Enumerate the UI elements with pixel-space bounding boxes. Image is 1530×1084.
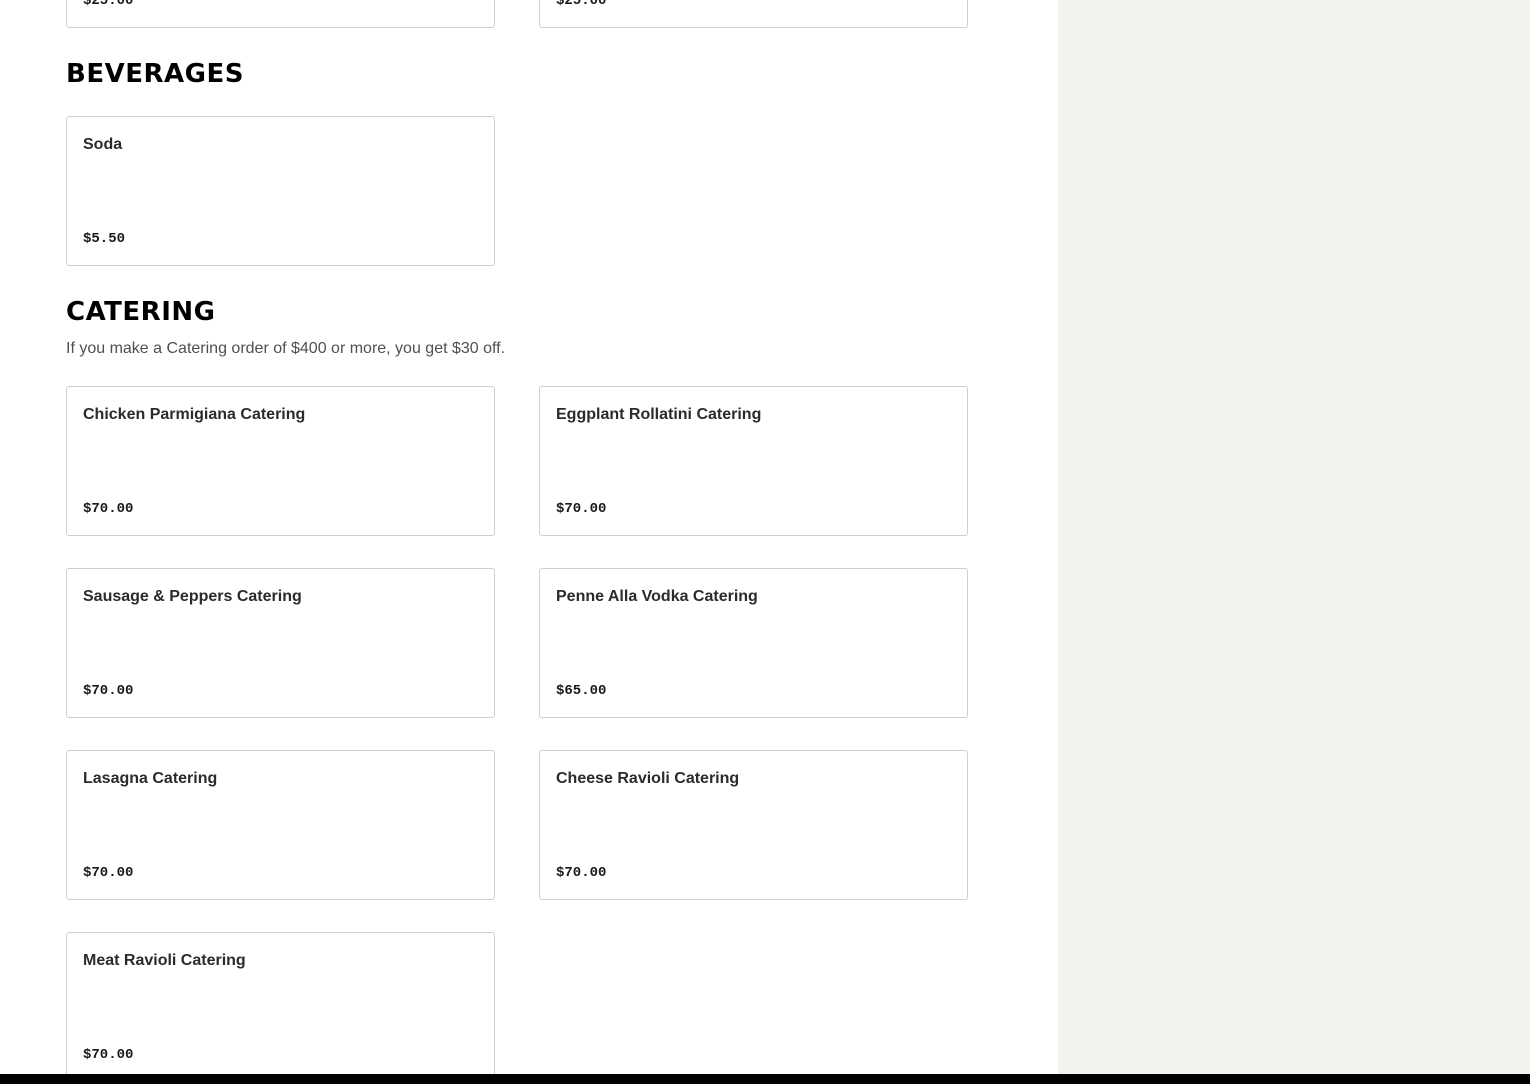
menu-item-card[interactable]: Lasagna Catering $70.00 [66, 750, 495, 900]
page: $25.00 $25.00 BEVERAGES Soda $5.50 CATER… [0, 0, 1530, 1084]
menu-item-price: $70.00 [83, 501, 134, 517]
menu-item-card[interactable]: Eggplant Rollatini Catering $70.00 [539, 386, 968, 536]
menu-item-price: $70.00 [83, 1047, 134, 1063]
menu-item-name: Chicken Parmigiana Catering [83, 406, 306, 423]
menu-item-name: Lasagna Catering [83, 770, 218, 787]
menu-content: $25.00 $25.00 BEVERAGES Soda $5.50 CATER… [0, 0, 1058, 1084]
menu-item-card[interactable]: $25.00 [539, 0, 968, 28]
menu-item-price: $70.00 [556, 501, 607, 517]
sidebar-panel [1058, 0, 1530, 1084]
bottom-bar [0, 1074, 1530, 1084]
menu-item-price: $25.00 [83, 0, 134, 9]
menu-item-card[interactable]: Chicken Parmigiana Catering $70.00 [66, 386, 495, 536]
menu-item-price: $65.00 [556, 683, 607, 699]
menu-item-price: $70.00 [83, 865, 134, 881]
menu-item-name: Eggplant Rollatini Catering [556, 406, 762, 423]
menu-item-name: Meat Ravioli Catering [83, 952, 246, 969]
menu-item-price: $25.00 [556, 0, 607, 9]
menu-item-card[interactable]: Penne Alla Vodka Catering $65.00 [539, 568, 968, 718]
menu-item-name: Cheese Ravioli Catering [556, 770, 740, 787]
menu-item-name: Soda [83, 136, 123, 153]
section-description: If you make a Catering order of $400 or … [66, 340, 506, 357]
menu-item-price: $5.50 [83, 231, 126, 247]
menu-item-card[interactable]: Soda $5.50 [66, 116, 495, 266]
menu-item-name: Sausage & Peppers Catering [83, 588, 302, 605]
menu-item-card[interactable]: $25.00 [66, 0, 495, 28]
menu-item-card[interactable]: Sausage & Peppers Catering $70.00 [66, 568, 495, 718]
menu-item-price: $70.00 [556, 865, 607, 881]
menu-item-card[interactable]: Meat Ravioli Catering $70.00 [66, 932, 495, 1082]
menu-item-card[interactable]: Cheese Ravioli Catering $70.00 [539, 750, 968, 900]
section-title-beverages: BEVERAGES [66, 59, 244, 89]
section-title-catering: CATERING [66, 297, 216, 327]
menu-item-name: Penne Alla Vodka Catering [556, 588, 758, 605]
menu-item-price: $70.00 [83, 683, 134, 699]
